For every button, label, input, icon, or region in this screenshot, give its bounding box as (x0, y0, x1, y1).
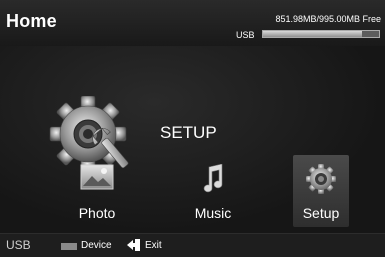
header: Home 851.98MB/995.00MB Free USB (0, 0, 385, 46)
section-heading: SETUP (160, 123, 217, 142)
photo-icon (80, 164, 114, 190)
footer-bar: USB Device Exit (0, 233, 385, 257)
exit-label[interactable]: Exit (145, 240, 162, 251)
usb-label: USB (236, 30, 255, 40)
tile-label-setup: Setup (302, 205, 340, 221)
tile-label-music: Music (194, 205, 232, 221)
device-button-swatch[interactable] (61, 243, 77, 250)
media-play-screen: Home 851.98MB/995.00MB Free USB SETUP Ph… (0, 0, 385, 257)
exit-icon[interactable] (126, 238, 142, 252)
music-note-icon (203, 164, 223, 193)
device-label[interactable]: Device (81, 240, 112, 251)
gear-icon (306, 164, 336, 194)
tile-setup[interactable]: Setup (293, 155, 349, 227)
tile-label-photo: Photo (78, 205, 116, 221)
page-title: Home (6, 11, 57, 31)
source-label: USB (6, 238, 31, 252)
storage-bar (262, 30, 380, 38)
storage-bar-fill (263, 31, 363, 37)
storage-free-text: 851.98MB/995.00MB Free (275, 14, 381, 24)
tile-photo[interactable]: Photo (62, 158, 132, 228)
tile-music[interactable]: Music (178, 158, 248, 228)
